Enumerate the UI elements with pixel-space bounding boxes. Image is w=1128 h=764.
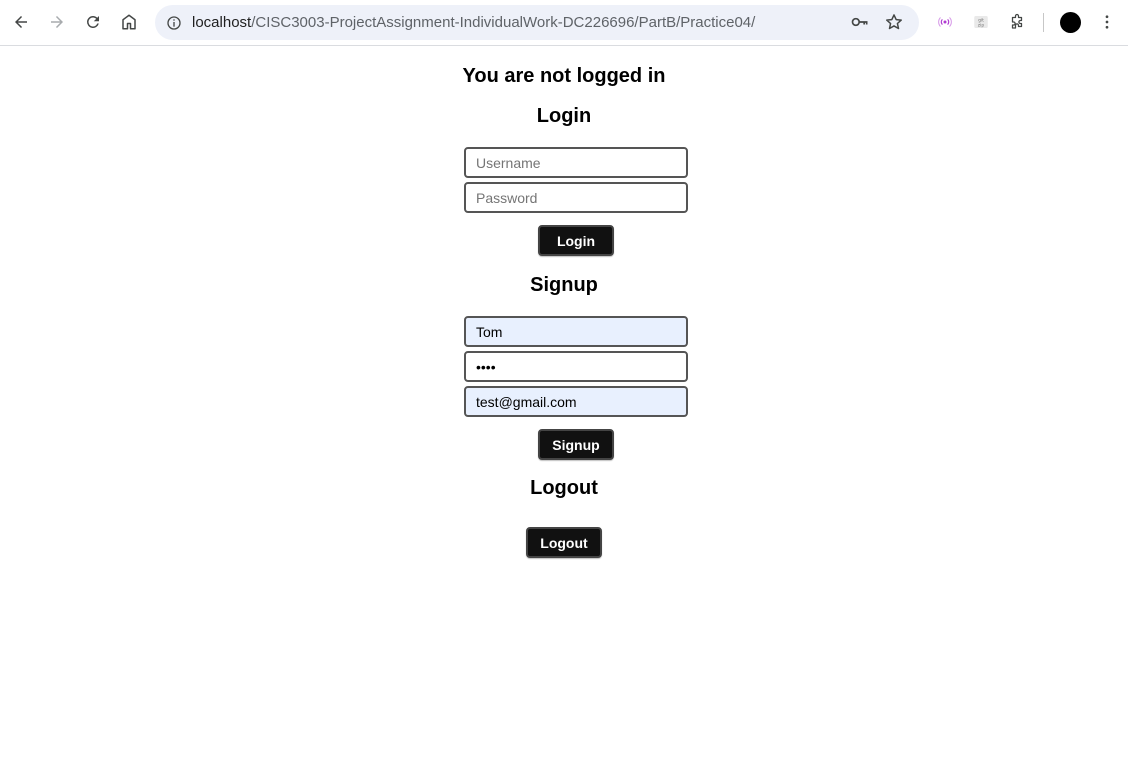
arrow-left-icon (15, 16, 27, 28)
url-text: localhost/CISC3003-ProjectAssignment-Ind… (192, 14, 755, 31)
url-host: localhost (192, 14, 252, 31)
signup-email-input[interactable] (464, 386, 688, 417)
reload-button[interactable] (78, 7, 108, 37)
arrow-right-icon (51, 16, 63, 28)
page-content: You are not logged in Login Login Signup… (0, 47, 1128, 764)
signup-password-input[interactable] (464, 351, 688, 382)
url-path: /CISC3003-ProjectAssignment-IndividualWo… (251, 14, 756, 31)
toolbar-separator (1043, 13, 1044, 32)
address-bar[interactable]: localhost/CISC3003-ProjectAssignment-Ind… (155, 5, 919, 40)
home-icon (122, 14, 136, 30)
signup-button[interactable]: Signup (538, 429, 614, 460)
signup-heading: Signup (530, 274, 598, 296)
login-button[interactable]: Login (538, 225, 614, 256)
svg-text:zip: zip (978, 23, 985, 29)
profile-avatar[interactable] (1060, 12, 1081, 33)
browser-toolbar: localhost/CISC3003-ProjectAssignment-Ind… (0, 0, 1128, 46)
site-info-icon[interactable] (163, 12, 184, 33)
logout-heading: Logout (530, 477, 598, 499)
signup-username-input[interactable] (464, 316, 688, 347)
password-key-icon[interactable] (850, 12, 872, 34)
login-password-input[interactable] (464, 182, 688, 213)
back-button[interactable] (6, 7, 36, 37)
extension-broadcast-icon[interactable] (930, 7, 960, 37)
bookmark-star-icon[interactable] (884, 12, 906, 34)
kebab-menu-icon (1105, 15, 1109, 29)
login-username-input[interactable] (464, 147, 688, 178)
reload-icon (87, 16, 99, 28)
home-button[interactable] (114, 7, 144, 37)
forward-button[interactable] (42, 7, 72, 37)
chrome-menu-button[interactable] (1092, 7, 1122, 37)
login-status-heading: You are not logged in (462, 65, 666, 87)
logout-button[interactable]: Logout (526, 527, 602, 558)
extension-zip-icon[interactable]: git zip (966, 7, 996, 37)
svg-text:git: git (978, 17, 984, 23)
extensions-puzzle-icon[interactable] (1002, 7, 1032, 37)
login-heading: Login (536, 105, 592, 127)
